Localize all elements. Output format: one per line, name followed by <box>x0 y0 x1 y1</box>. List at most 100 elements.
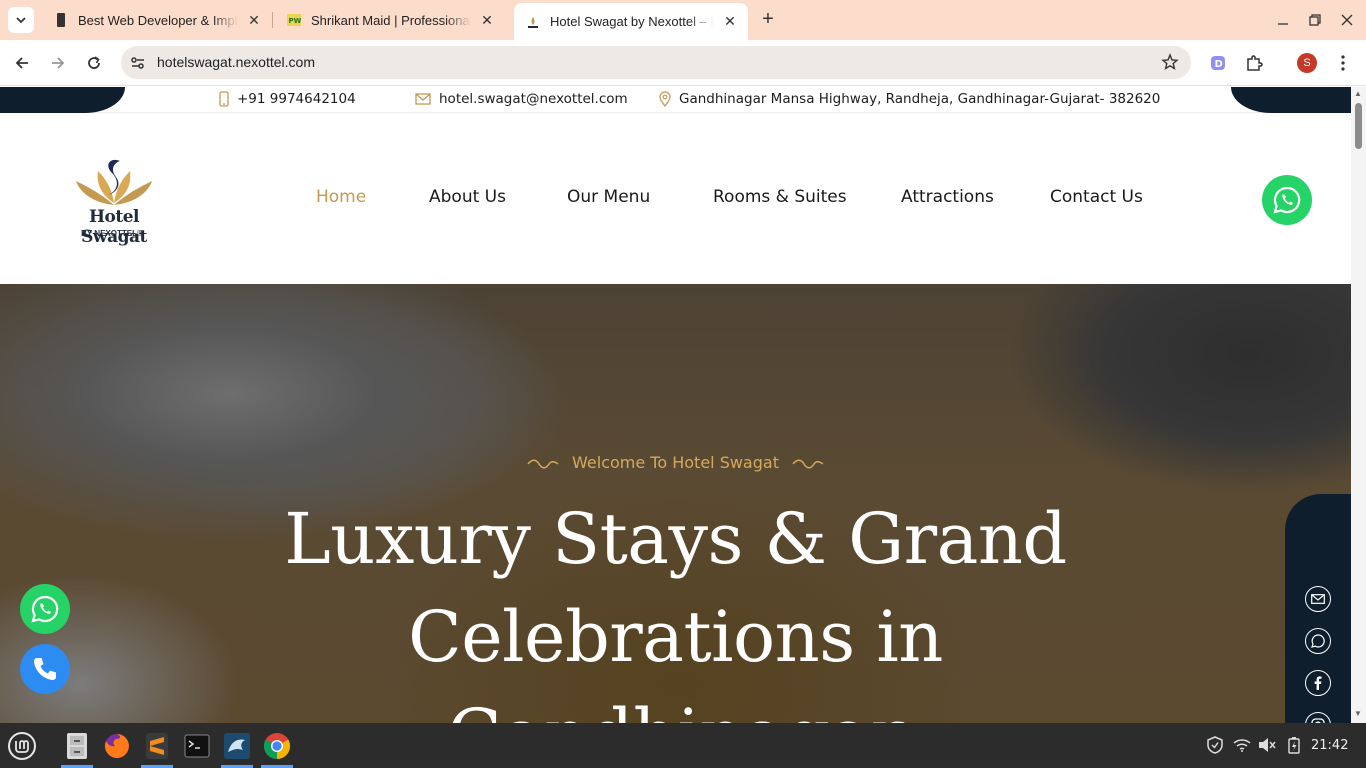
nav-rooms-suites[interactable]: Rooms & Suites <box>713 187 847 207</box>
terminal-icon <box>184 734 210 758</box>
close-tab-icon[interactable]: ✕ <box>244 10 264 30</box>
nav-contact-us[interactable]: Contact Us <box>1050 187 1143 207</box>
forward-button[interactable] <box>46 51 70 75</box>
os-taskbar: 21:42 <box>0 723 1366 768</box>
url-text[interactable]: hotelswagat.nexottel.com <box>157 54 315 70</box>
web-page: +91 9974642104 hotel.swagat@nexottel.com… <box>0 87 1351 723</box>
headline-line-3: Gandhinagar <box>447 694 904 723</box>
taskbar-sublime-text[interactable] <box>138 727 176 768</box>
tray-shield[interactable] <box>1205 735 1225 755</box>
close-tab-icon[interactable]: ✕ <box>477 10 497 30</box>
email-address[interactable]: hotel.swagat@nexottel.com <box>439 91 628 107</box>
arrow-left-icon <box>15 57 28 69</box>
tab-title: Shrikant Maid | Professional <box>311 12 471 28</box>
arrow-right-icon <box>52 57 65 69</box>
browser-tab-active[interactable]: Hotel Swagat by Nexottel – Hotel ✕ <box>514 3 748 40</box>
topbar-email[interactable]: hotel.swagat@nexottel.com <box>415 91 628 107</box>
restore-button[interactable] <box>1303 8 1327 32</box>
whatsapp-icon <box>31 595 59 623</box>
topbar-phone[interactable]: +91 9974642104 <box>219 91 356 107</box>
address-bar[interactable]: hotelswagat.nexottel.com <box>121 46 1191 79</box>
side-facebook-button[interactable] <box>1305 670 1331 696</box>
tray-volume[interactable] <box>1257 735 1277 755</box>
scroll-up-arrow-icon[interactable]: ▲ <box>1354 89 1362 98</box>
close-icon <box>1341 14 1353 26</box>
site-header: Hotel Swagat BY NEXOTTEL® Home About Us … <box>0 113 1351 284</box>
svg-text:D: D <box>1215 59 1223 70</box>
hero-banner: Welcome To Hotel Swagat Luxury Stays & G… <box>0 284 1351 723</box>
taskbar-mysql-workbench[interactable] <box>218 727 256 768</box>
file-cabinet-icon <box>67 733 87 759</box>
taskbar-clock[interactable]: 21:42 <box>1311 738 1348 753</box>
close-window-button[interactable] <box>1335 8 1359 32</box>
nav-attractions[interactable]: Attractions <box>901 187 994 207</box>
firefox-icon <box>104 734 129 758</box>
hotel-swagat-logo[interactable]: Hotel Swagat BY NEXOTTEL® <box>56 157 176 247</box>
mint-logo-icon <box>8 732 36 760</box>
shield-icon <box>1207 736 1223 754</box>
phone-icon <box>34 658 56 680</box>
browser-tab[interactable]: Best Web Developer & Implementation ✕ <box>42 3 272 37</box>
reload-icon <box>88 56 100 69</box>
floating-whatsapp-button[interactable] <box>20 584 70 634</box>
scrollbar-thumb[interactable] <box>1355 103 1362 149</box>
browser-tab[interactable]: PW Shrikant Maid | Professional ✕ <box>275 3 505 37</box>
minimize-icon <box>1278 23 1288 25</box>
browser-menu-button[interactable] <box>1332 52 1354 74</box>
minimize-button[interactable] <box>1271 8 1295 32</box>
mysql-workbench-icon <box>224 733 250 759</box>
taskbar-chrome[interactable] <box>258 727 296 768</box>
bookmark-star-icon[interactable] <box>1161 53 1179 71</box>
site-settings-icon[interactable] <box>129 54 147 72</box>
headline-line-1: Luxury Stays & Grand <box>284 498 1067 580</box>
reload-button[interactable] <box>82 51 106 75</box>
side-social-bar <box>1285 494 1351 723</box>
new-tab-button[interactable]: + <box>757 9 779 31</box>
hero-welcome: Welcome To Hotel Swagat <box>0 453 1351 472</box>
mint-menu-button[interactable] <box>3 727 41 765</box>
tab-title: Hotel Swagat by Nexottel – Hotel <box>550 14 714 29</box>
welcome-text: Welcome To Hotel Swagat <box>572 453 779 472</box>
headline-line-2: Celebrations in <box>408 596 943 678</box>
side-instagram-button[interactable] <box>1305 712 1331 723</box>
browser-toolbar: hotelswagat.nexottel.com D S <box>0 40 1366 86</box>
hero-headline: Luxury Stays & Grand Celebrations in Gan… <box>200 490 1151 723</box>
extensions-puzzle-icon[interactable] <box>1243 52 1265 74</box>
page-scrollbar[interactable]: ▲ ▼ <box>1351 87 1366 723</box>
profile-avatar[interactable]: S <box>1296 52 1318 74</box>
decorative-curve-right <box>1231 87 1351 113</box>
side-email-button[interactable] <box>1305 586 1331 612</box>
taskbar-terminal[interactable] <box>178 727 216 765</box>
location-pin-icon <box>659 91 671 107</box>
site-favicon-pw: PW <box>287 14 302 26</box>
taskbar-firefox[interactable] <box>98 727 136 765</box>
nav-home[interactable]: Home <box>316 187 366 207</box>
nav-our-menu[interactable]: Our Menu <box>567 187 650 207</box>
sublime-text-icon <box>146 733 168 759</box>
profile-initial: S <box>1297 53 1317 73</box>
swirl-ornament-icon <box>527 459 559 468</box>
header-whatsapp-button[interactable] <box>1262 175 1312 225</box>
restore-icon <box>1309 14 1321 26</box>
nav-about-us[interactable]: About Us <box>429 187 506 207</box>
browser-tab-strip: Best Web Developer & Implementation ✕ PW… <box>0 0 1366 40</box>
taskbar-file-manager[interactable] <box>58 727 96 768</box>
tab-separator <box>272 12 273 28</box>
extension-d-icon[interactable]: D <box>1207 52 1229 74</box>
battery-charging-icon <box>1288 737 1300 754</box>
close-tab-icon[interactable]: ✕ <box>720 12 740 32</box>
phone-number[interactable]: +91 9974642104 <box>237 91 356 107</box>
tab-search-button[interactable] <box>8 7 34 33</box>
scroll-down-arrow-icon[interactable]: ▼ <box>1354 709 1362 718</box>
floating-call-button[interactable] <box>20 644 70 694</box>
whatsapp-icon <box>1311 634 1325 648</box>
back-button[interactable] <box>10 51 34 75</box>
tray-battery[interactable] <box>1284 735 1304 755</box>
address-text: Gandhinagar Mansa Highway, Randheja, Gan… <box>679 91 1161 107</box>
swirl-ornament-icon <box>792 459 824 468</box>
decorative-curve-left <box>0 87 125 113</box>
side-whatsapp-button[interactable] <box>1305 628 1331 654</box>
svg-text:PW: PW <box>289 17 302 25</box>
tray-network[interactable] <box>1232 735 1252 755</box>
email-icon <box>415 93 431 105</box>
